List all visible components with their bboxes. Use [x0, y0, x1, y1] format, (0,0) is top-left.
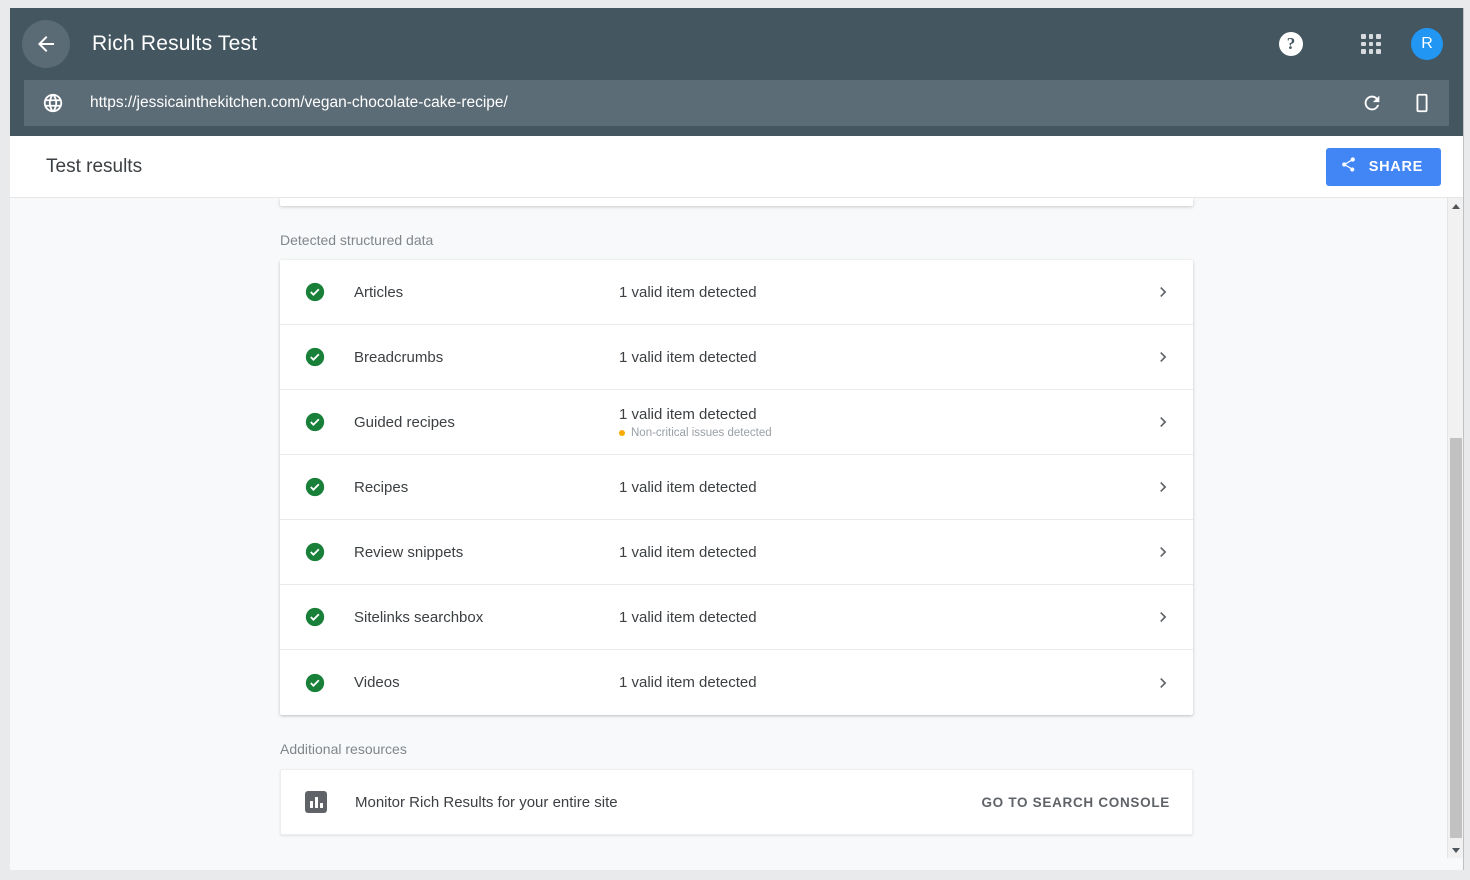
scroll-content: Detected structured data Articles 1 vali… [10, 198, 1463, 835]
apps-dot [1361, 49, 1366, 54]
row-value: 1 valid item detected Non-critical issue… [619, 405, 1153, 439]
reload-icon[interactable] [1359, 90, 1385, 116]
row-value-sub: Non-critical issues detected [619, 427, 1153, 439]
row-value-main: 1 valid item detected [619, 674, 757, 691]
results-header: Test results SHARE [10, 136, 1463, 198]
apps-dot [1376, 34, 1381, 39]
bar [320, 803, 323, 808]
bar-chart-icon [305, 791, 327, 813]
results-title: Test results [46, 156, 142, 178]
check-circle-icon [304, 672, 326, 694]
browser-frame: Rich Results Test ? R https://jessicaint… [0, 0, 1470, 880]
table-row[interactable]: Videos 1 valid item detected [280, 650, 1193, 715]
url-bar[interactable]: https://jessicainthekitchen.com/vegan-ch… [24, 80, 1449, 126]
apps-grid-icon[interactable] [1359, 32, 1383, 56]
row-value: 1 valid item detected [619, 478, 1153, 497]
apps-dot [1361, 34, 1366, 39]
previous-card-partial [280, 198, 1193, 206]
check-circle-icon [304, 411, 326, 433]
apps-dot [1369, 49, 1374, 54]
chevron-right-icon[interactable] [1153, 412, 1173, 432]
help-icon[interactable]: ? [1279, 32, 1303, 56]
bar [310, 801, 313, 808]
avatar[interactable]: R [1411, 28, 1443, 60]
apps-dot [1369, 34, 1374, 39]
warning-dot-icon [619, 430, 625, 436]
page-title: Rich Results Test [92, 32, 257, 56]
detected-structured-data-label: Detected structured data [280, 206, 1193, 260]
back-button[interactable] [22, 20, 70, 68]
vertical-scrollbar[interactable] [1447, 198, 1463, 858]
app-window: Rich Results Test ? R https://jessicaint… [10, 8, 1464, 870]
arrow-left-icon [34, 32, 58, 56]
check-circle-icon [304, 606, 326, 628]
content-scroll-area: Detected structured data Articles 1 vali… [10, 198, 1463, 858]
table-row[interactable]: Recipes 1 valid item detected [280, 455, 1193, 520]
row-value: 1 valid item detected [619, 348, 1153, 367]
smartphone-icon[interactable] [1409, 90, 1435, 116]
row-value: 1 valid item detected [619, 283, 1153, 302]
go-to-search-console-link[interactable]: GO TO SEARCH CONSOLE [981, 795, 1170, 810]
check-circle-icon [304, 476, 326, 498]
additional-resource-card: Monitor Rich Results for your entire sit… [280, 769, 1193, 835]
table-row[interactable]: Articles 1 valid item detected [280, 260, 1193, 325]
row-value-main: 1 valid item detected [619, 479, 757, 496]
share-button[interactable]: SHARE [1326, 148, 1441, 186]
additional-resource-label: Monitor Rich Results for your entire sit… [355, 794, 618, 811]
table-row[interactable]: Sitelinks searchbox 1 valid item detecte… [280, 585, 1193, 650]
table-row[interactable]: Guided recipes 1 valid item detected Non… [280, 390, 1193, 455]
row-label: Recipes [354, 479, 619, 496]
row-label: Articles [354, 284, 619, 301]
row-label: Breadcrumbs [354, 349, 619, 366]
app-bar: Rich Results Test ? R [10, 8, 1463, 80]
table-row[interactable]: Review snippets 1 valid item detected [280, 520, 1193, 585]
chevron-right-icon[interactable] [1153, 282, 1173, 302]
apps-dot [1376, 49, 1381, 54]
row-label: Sitelinks searchbox [354, 609, 619, 626]
row-value-main: 1 valid item detected [619, 406, 757, 423]
scrollbar-thumb[interactable] [1450, 438, 1462, 838]
check-circle-icon [304, 346, 326, 368]
row-label: Review snippets [354, 544, 619, 561]
bar [315, 797, 318, 808]
chevron-right-icon[interactable] [1153, 607, 1173, 627]
chevron-right-icon[interactable] [1153, 673, 1173, 693]
row-value-main: 1 valid item detected [619, 609, 757, 626]
row-label: Videos [354, 674, 619, 691]
row-value: 1 valid item detected [619, 543, 1153, 562]
additional-resources-label: Additional resources [280, 715, 1193, 769]
row-value-main: 1 valid item detected [619, 349, 757, 366]
share-button-label: SHARE [1369, 159, 1423, 175]
row-value-main: 1 valid item detected [619, 284, 757, 301]
share-icon [1340, 156, 1357, 177]
table-row[interactable]: Breadcrumbs 1 valid item detected [280, 325, 1193, 390]
url-input[interactable]: https://jessicainthekitchen.com/vegan-ch… [90, 94, 1359, 112]
chevron-right-icon[interactable] [1153, 347, 1173, 367]
row-value: 1 valid item detected [619, 608, 1153, 627]
chevron-right-icon[interactable] [1153, 542, 1173, 562]
apps-dot [1376, 42, 1381, 47]
apps-dot [1369, 42, 1374, 47]
url-bar-container: https://jessicainthekitchen.com/vegan-ch… [10, 80, 1463, 136]
row-value-sub-text: Non-critical issues detected [631, 427, 772, 439]
check-circle-icon [304, 281, 326, 303]
row-value-main: 1 valid item detected [619, 544, 757, 561]
row-label: Guided recipes [354, 414, 619, 431]
chevron-right-icon[interactable] [1153, 477, 1173, 497]
check-circle-icon [304, 541, 326, 563]
detected-structured-data-card: Articles 1 valid item detected Breadcrum… [280, 260, 1193, 715]
globe-icon [42, 92, 64, 114]
row-value: 1 valid item detected [619, 673, 1153, 692]
scroll-up-arrow-icon[interactable] [1448, 198, 1463, 214]
apps-dot [1361, 42, 1366, 47]
scroll-down-arrow-icon[interactable] [1448, 842, 1463, 858]
